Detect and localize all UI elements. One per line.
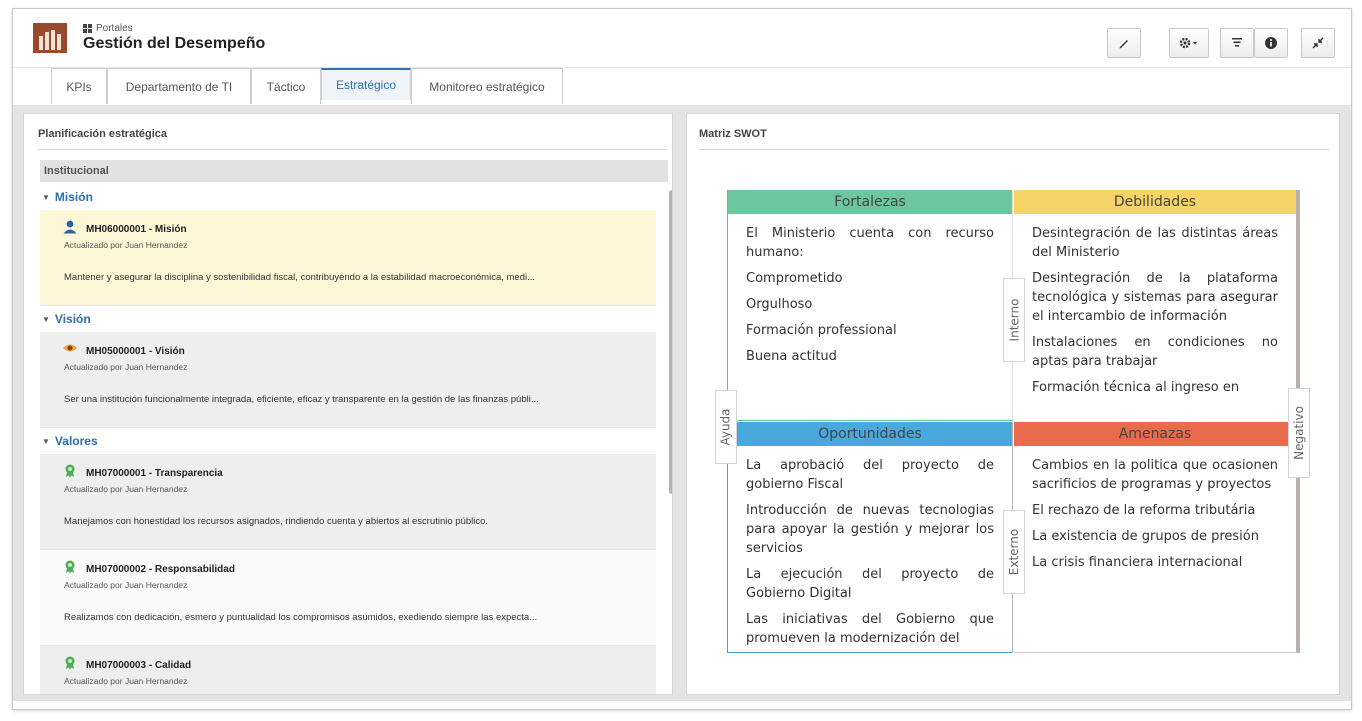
item-description: Ser una institución funcionalmente integ… [64,394,539,405]
eye-icon [63,344,77,352]
item-description: Mantener y asegurar la disciplina y sost… [64,272,536,283]
award-ribbon-icon [65,656,75,670]
settings-button[interactable] [1169,28,1209,58]
item-description: Realizamos con dedicación, esmero y punt… [64,612,538,623]
list-item[interactable]: MH07000003 - Calidad Actualizado por Jua… [40,646,656,694]
collapse-button[interactable] [1301,28,1335,58]
axis-label-negativo: Negativo [1288,388,1310,478]
axis-label-ayuda: Ayuda [715,390,737,464]
quadrant-item: El rechazo de la reforma tributária [1032,503,1256,518]
quadrant-item: Introducción de nuevas tecnologias para … [746,503,994,556]
quadrant-item: Formación professional [746,323,897,338]
section-label: Valores [54,434,98,448]
quadrant-item: Comprometido [746,271,843,286]
quadrant-title: Oportunidades [728,422,1012,446]
info-button[interactable] [1254,28,1288,58]
section-toggle-valores[interactable]: ▼ Valores [40,428,656,454]
item-title: MH07000003 - Calidad [86,660,192,671]
axis-label-interno: Interno [1003,278,1025,362]
scrollbar[interactable] [669,190,672,494]
item-updated-by: Actualizado por Juan Hernandez [64,580,188,590]
item-updated-by: Actualizado por Juan Hernandez [64,240,188,250]
planning-list: ▼ Misión MH06000001 - Misión Actualizado… [40,184,656,694]
award-ribbon-icon [65,464,75,478]
edit-button[interactable] [1107,28,1141,58]
tab-monitoreo-estrategico[interactable]: Monitoreo estratégico [411,68,563,104]
quadrant-item: La aprobació del proyecto de gobierno Fi… [746,458,994,492]
quadrant-item: Instalaciones en condiciones no aptas pa… [1032,335,1278,369]
swot-panel: Matriz SWOT Fortalezas El Ministerio cue… [686,113,1340,695]
quadrant-item: La ejecución del proyecto de Gobierno Di… [746,567,994,601]
swot-opportunities: Oportunidades La aprobació del proyecto … [727,422,1013,653]
info-icon [1265,37,1277,49]
breadcrumb[interactable]: Portales [83,23,133,34]
quadrant-item: Desintegración de la plataforma tecnológ… [1032,271,1278,324]
list-item[interactable]: MH07000002 - Responsabilidad Actualizado… [40,550,656,646]
section-toggle-mision[interactable]: ▼ Misión [40,184,656,210]
tab-departamento-ti[interactable]: Departamento de TI [107,68,251,104]
quadrant-item: La existencia de grupos de presión [1032,529,1259,544]
app-window: Portales Gestión del Desempeño KPIs Depa… [12,8,1352,710]
quadrant-title: Debilidades [1014,190,1296,214]
item-updated-by: Actualizado por Juan Hernandez [64,676,188,686]
quadrant-item: Cambios en la politica que ocasionen sac… [1032,458,1278,492]
quadrant-title: Amenazas [1014,422,1296,446]
tab-estrategico[interactable]: Estratégico [321,68,411,100]
axis-label-externo: Externo [1003,510,1025,594]
item-updated-by: Actualizado por Juan Hernandez [64,362,188,372]
user-icon [63,220,77,234]
section-toggle-vision[interactable]: ▼ Visión [40,306,656,332]
tab-bar: KPIs Departamento de TI Táctico Estratég… [13,67,1351,105]
panel-title: Planificación estratégica [38,128,167,140]
item-updated-by: Actualizado por Juan Hernandez [64,484,188,494]
quadrant-item: Orgulhoso [746,297,813,312]
strategic-planning-panel: Planificación estratégica Institucional … [23,113,673,695]
item-title: MH07000002 - Responsabilidad [86,564,235,575]
item-title: MH07000001 - Transparencia [86,468,223,479]
swot-threats: Amenazas Cambios en la politica que ocas… [1014,422,1300,653]
swot-strengths: Fortalezas El Ministerio cuenta con recu… [727,190,1013,421]
item-title: MH06000001 - Misión [86,224,187,235]
divider [699,149,1329,150]
caret-down-icon: ▼ [42,314,50,324]
pencil-icon [1119,40,1128,49]
divider [38,149,668,150]
section-label: Misión [54,190,93,204]
award-ribbon-icon [65,560,75,574]
filter-button[interactable] [1220,28,1254,58]
item-title: MH05000001 - Visión [86,346,185,357]
quadrant-item: El Ministerio cuenta con recurso humano: [746,226,994,260]
grid-icon [83,24,92,33]
list-item[interactable]: MH07000001 - Transparencia Actualizado p… [40,454,656,550]
list-item[interactable]: MH06000001 - Misión Actualizado por Juan… [40,210,656,306]
panel-title: Matriz SWOT [699,128,767,140]
collapse-icon [1312,37,1324,49]
quadrant-item: Formación técnica al ingreso en [1032,380,1240,395]
quadrant-item: La crisis financiera internacional [1032,555,1243,570]
tab-kpis[interactable]: KPIs [51,68,107,104]
caret-down-icon: ▼ [42,192,50,202]
quadrant-item: Las iniciativas del Gobierno que promuev… [746,612,994,646]
gear-icon [1179,37,1197,49]
list-item[interactable]: MH05000001 - Visión Actualizado por Juan… [40,332,656,428]
swot-matrix: Fortalezas El Ministerio cuenta con recu… [715,190,1310,653]
app-logo-icon [33,23,67,53]
item-description: Manejamos con honestidad los recursos as… [64,516,489,527]
page-title: Gestión del Desempeño [83,35,266,52]
tab-tactico[interactable]: Táctico [251,68,321,104]
quadrant-item: Desintegración de las distintas áreas de… [1032,226,1278,260]
header: Portales Gestión del Desempeño [13,9,1351,65]
breadcrumb-label: Portales [96,23,133,34]
caret-down-icon: ▼ [42,436,50,446]
swot-weaknesses: Debilidades Desintegración de las distin… [1014,190,1300,421]
quadrant-title: Fortalezas [728,190,1012,214]
group-header: Institucional [40,160,668,182]
section-label: Visión [54,312,91,326]
quadrant-item: Buena actitud [746,349,837,364]
filter-icon [1232,38,1242,47]
